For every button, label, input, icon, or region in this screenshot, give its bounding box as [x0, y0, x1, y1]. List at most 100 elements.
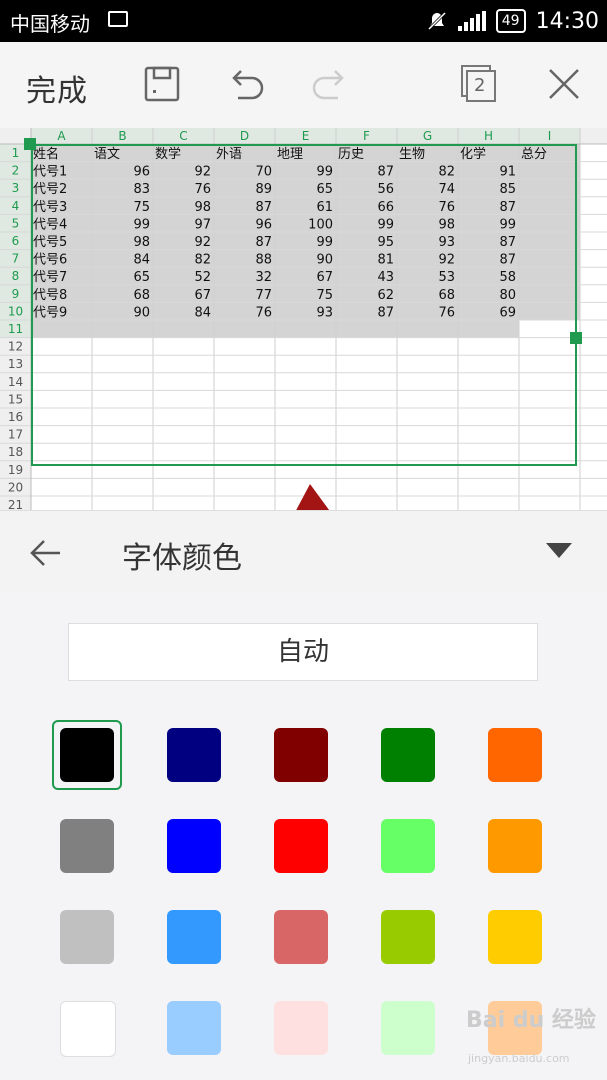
- row-header: 17: [8, 428, 23, 442]
- spreadsheet-area[interactable]: A B C D E F G H I 1 2 3 4 5 6 7 8 9 10 11 12 13 14 15 16 17 18 19 20…: [0, 128, 607, 510]
- table-cell: 77: [255, 288, 272, 303]
- table-cell: 99: [133, 217, 150, 232]
- color-swatch[interactable]: [60, 1001, 116, 1057]
- save-icon[interactable]: [140, 62, 184, 106]
- image-notification-icon: [108, 11, 128, 27]
- header-cell: 化学: [460, 146, 486, 162]
- color-swatch[interactable]: [488, 819, 542, 873]
- table-cell: 70: [255, 165, 272, 180]
- table-cell: 84: [194, 305, 211, 320]
- row-header: 8: [12, 269, 20, 283]
- table-cell: 87: [255, 235, 272, 250]
- table-cell: 67: [194, 288, 211, 303]
- table-cell: 87: [377, 305, 394, 320]
- table-cell: 87: [499, 253, 516, 268]
- clock: 14:30: [535, 8, 599, 34]
- color-swatch[interactable]: [381, 728, 435, 782]
- table-cell: 76: [438, 200, 455, 215]
- header-cell: 生物: [399, 147, 425, 162]
- table-cell: 95: [377, 235, 394, 250]
- color-swatch[interactable]: [167, 910, 221, 964]
- back-arrow-icon[interactable]: [28, 535, 64, 571]
- selection-end-handle[interactable]: [570, 332, 582, 344]
- color-swatch[interactable]: [60, 819, 114, 873]
- row-header: 21: [8, 498, 23, 510]
- color-swatch[interactable]: [381, 910, 435, 964]
- collapse-triangle-icon[interactable]: [546, 543, 572, 558]
- table-cell: 96: [255, 217, 272, 232]
- color-swatch[interactable]: [488, 910, 542, 964]
- table-cell: 68: [133, 288, 150, 303]
- color-swatch[interactable]: [167, 1001, 221, 1055]
- auto-color-button[interactable]: 自动: [68, 623, 538, 681]
- selection-fill: [31, 144, 580, 338]
- table-cell: 代号2: [33, 182, 67, 197]
- color-swatch[interactable]: [274, 1001, 328, 1055]
- table-cell: 代号9: [33, 305, 67, 320]
- table-cell: 85: [499, 182, 516, 197]
- header-cell: 数学: [155, 146, 181, 162]
- done-button[interactable]: 完成: [26, 66, 88, 110]
- table-cell: 90: [316, 253, 333, 268]
- column-header-d: D: [240, 129, 249, 143]
- color-swatch[interactable]: [488, 728, 542, 782]
- color-swatch[interactable]: [381, 819, 435, 873]
- row-header: 1: [12, 146, 20, 160]
- table-cell: 99: [499, 217, 516, 232]
- table-cell: 53: [438, 270, 455, 285]
- muted-bell-icon: [427, 11, 446, 31]
- undo-icon[interactable]: [224, 62, 268, 106]
- editor-toolbar: 完成 2: [0, 42, 607, 129]
- table-cell: 87: [499, 235, 516, 250]
- table-cell: 62: [377, 288, 394, 303]
- table-cell: 代号3: [33, 200, 67, 215]
- table-cell: 100: [308, 217, 333, 232]
- row-header: 13: [8, 357, 23, 371]
- table-cell: 32: [255, 270, 272, 285]
- row-header: 12: [8, 340, 23, 354]
- table-cell: 83: [133, 182, 150, 197]
- spreadsheet-grid[interactable]: A B C D E F G H I1234567891011121314151617181920…: [0, 128, 607, 510]
- row-header: 20: [8, 480, 23, 494]
- table-cell: 81: [377, 253, 394, 268]
- sheets-icon[interactable]: 2: [458, 62, 502, 106]
- column-header-a: A: [57, 129, 66, 143]
- color-swatch[interactable]: [167, 819, 221, 873]
- row-header: 18: [8, 445, 23, 459]
- header-cell: 语文: [94, 147, 120, 162]
- signal-strength-icon: [457, 11, 486, 31]
- table-cell: 76: [438, 305, 455, 320]
- table-cell: 代号4: [33, 217, 67, 232]
- panel-title: 字体颜色: [122, 541, 242, 576]
- color-swatch[interactable]: [60, 910, 114, 964]
- table-cell: 87: [255, 200, 272, 215]
- table-cell: 58: [499, 270, 516, 285]
- color-swatch[interactable]: [381, 1001, 435, 1055]
- row-header: 16: [8, 410, 23, 424]
- header-cell: 地理: [277, 147, 303, 162]
- table-cell: 56: [377, 182, 394, 197]
- color-swatch[interactable]: [274, 910, 328, 964]
- redo-icon[interactable]: [308, 62, 352, 106]
- row-header: 7: [12, 252, 20, 266]
- table-cell: 65: [316, 182, 333, 197]
- table-cell: 98: [194, 200, 211, 215]
- color-swatch[interactable]: [167, 728, 221, 782]
- color-swatch[interactable]: [274, 819, 328, 873]
- table-cell: 82: [194, 253, 211, 268]
- row-header: 15: [8, 392, 23, 406]
- header-cell: 总分: [521, 147, 547, 162]
- carrier-name: 中国移动: [10, 12, 90, 36]
- color-swatch[interactable]: [274, 728, 328, 782]
- selection-start-handle[interactable]: [24, 138, 36, 150]
- table-cell: 84: [133, 253, 150, 268]
- watermark-logo: Bai du 经验: [466, 1008, 596, 1033]
- row-header: 3: [12, 181, 20, 195]
- table-cell: 87: [377, 165, 394, 180]
- table-cell: 93: [438, 235, 455, 250]
- close-icon[interactable]: [542, 62, 586, 106]
- table-cell: 代号6: [33, 253, 67, 268]
- status-bar: 中国移动 49 14:30: [0, 0, 607, 42]
- selected-swatch-outline: [52, 720, 122, 790]
- table-cell: 92: [194, 235, 211, 250]
